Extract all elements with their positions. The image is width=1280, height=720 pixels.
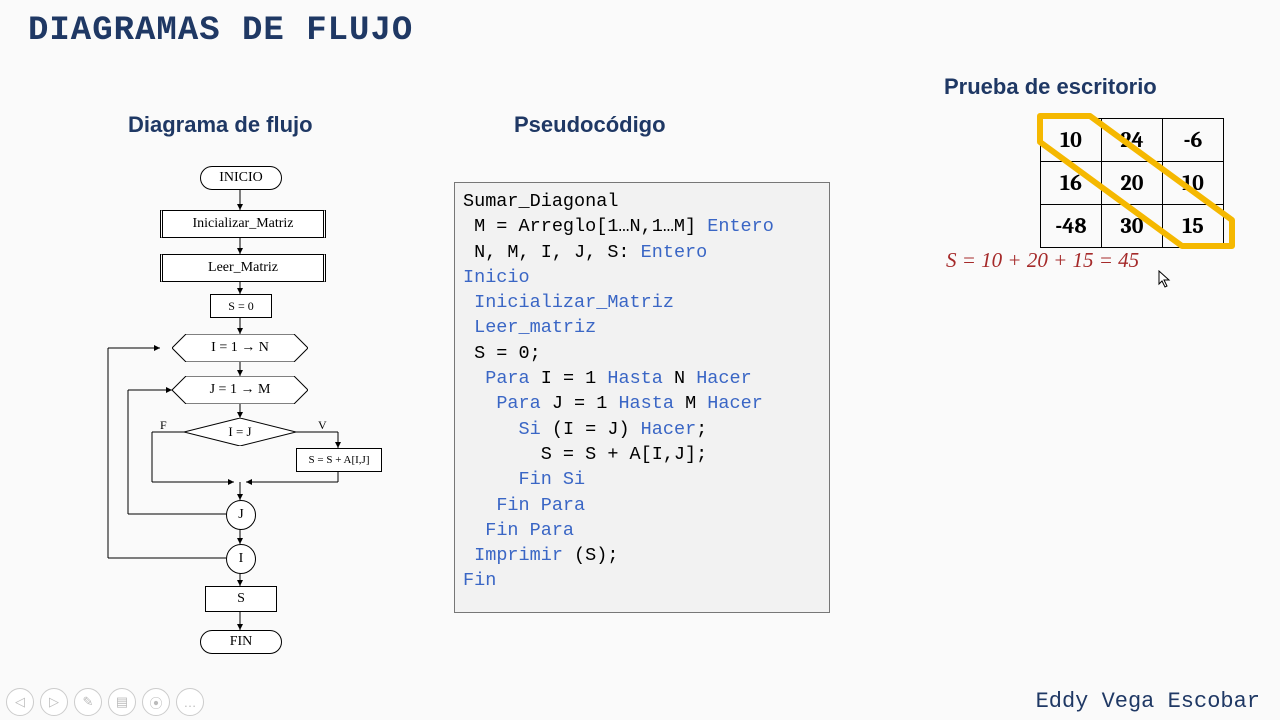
flowchart-diagram: INICIO Inicializar_Matriz Leer_Matriz S … xyxy=(60,160,420,680)
matrix-cell: 30 xyxy=(1102,205,1163,248)
prev-slide-button[interactable]: ◁ xyxy=(6,688,34,716)
cursor-icon xyxy=(1158,270,1172,291)
flow-node-loop-j-label: J = 1 → M xyxy=(172,376,308,404)
slide-thumbnails-button[interactable]: ▤ xyxy=(108,688,136,716)
pen-tool-button[interactable]: ✎ xyxy=(74,688,102,716)
matrix-cell: 16 xyxy=(1041,162,1102,205)
flow-node-connector-i: I xyxy=(226,544,256,574)
flow-label-true: V xyxy=(318,418,327,433)
matrix-cell: 10 xyxy=(1163,162,1224,205)
flow-node-assign: S = S + A[I,J] xyxy=(296,448,382,472)
matrix-cell: 10 xyxy=(1041,119,1102,162)
presentation-toolbar: ◁ ▷ ✎ ▤ ⦿ … xyxy=(6,688,204,716)
page-main-title: DIAGRAMAS DE FLUJO xyxy=(28,12,413,50)
matrix-cell: -6 xyxy=(1163,119,1224,162)
flow-node-loop-i-label: I = 1 → N xyxy=(172,334,308,362)
flow-node-decision-label: I = J xyxy=(184,418,296,446)
next-slide-button[interactable]: ▷ xyxy=(40,688,68,716)
flow-node-inicio: INICIO xyxy=(200,166,282,190)
flow-node-init-matrix: Inicializar_Matriz xyxy=(160,210,326,238)
flow-node-read-matrix: Leer_Matriz xyxy=(160,254,326,282)
matrix-cell: -48 xyxy=(1041,205,1102,248)
desk-check-matrix: 10 24 -6 16 20 10 -48 30 15 xyxy=(1040,118,1224,248)
flow-node-output-s: S xyxy=(205,586,277,612)
pseudocode-column-title: Pseudocódigo xyxy=(514,112,666,138)
pseudo-line-1: Sumar_Diagonal xyxy=(463,191,618,212)
flow-node-loop-j: J = 1 → M xyxy=(172,376,308,404)
desk-check-title: Prueba de escritorio xyxy=(944,74,1157,100)
matrix-cell: 20 xyxy=(1102,162,1163,205)
flow-node-loop-i: I = 1 → N xyxy=(172,334,308,362)
matrix-cell: 24 xyxy=(1102,119,1163,162)
pseudocode-box: Sumar_Diagonal M = Arreglo[1…N,1…M] Ente… xyxy=(454,182,830,613)
flow-node-connector-j: J xyxy=(226,500,256,530)
author-credit: Eddy Vega Escobar xyxy=(1036,689,1260,714)
zoom-button[interactable]: ⦿ xyxy=(142,688,170,716)
flow-node-decision: I = J xyxy=(184,418,296,446)
flow-node-fin: FIN xyxy=(200,630,282,654)
flow-label-false: F xyxy=(160,418,167,433)
flow-node-s-zero: S = 0 xyxy=(210,294,272,318)
flowchart-column-title: Diagrama de flujo xyxy=(128,112,313,138)
more-options-button[interactable]: … xyxy=(176,688,204,716)
matrix-cell: 15 xyxy=(1163,205,1224,248)
desk-check-sum-equation: S = 10 + 20 + 15 = 45 xyxy=(946,248,1139,273)
